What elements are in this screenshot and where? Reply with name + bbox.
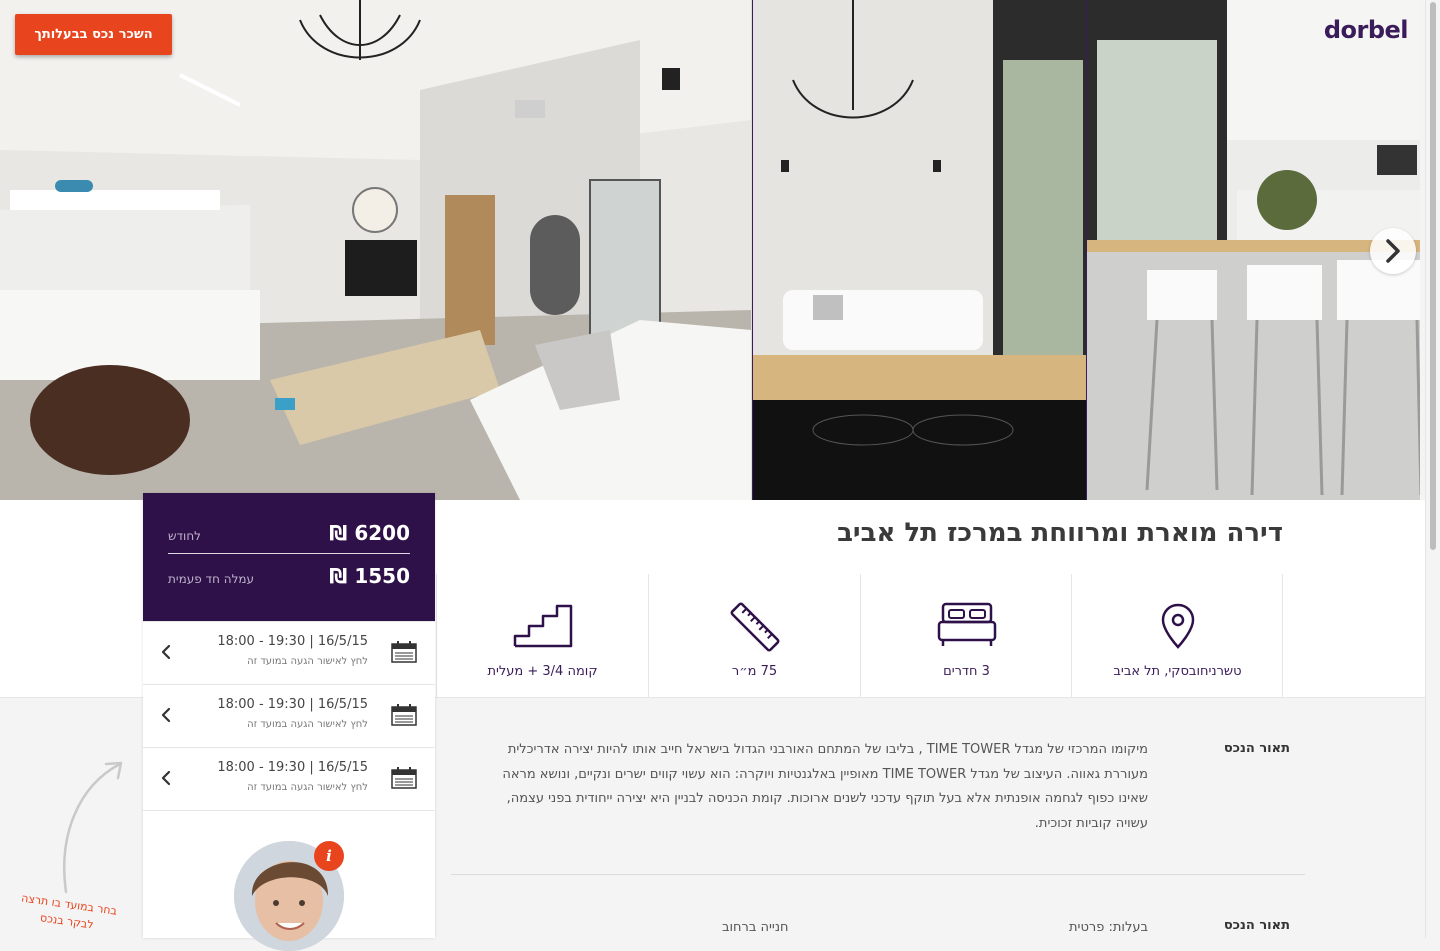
rent-property-button[interactable]: השכר נכס בבעלותך xyxy=(15,14,172,55)
chevron-right-icon xyxy=(1386,239,1400,263)
monthly-price: 6200 ₪ xyxy=(329,521,410,545)
hint-arrow-icon xyxy=(63,761,123,894)
feature-size-label: 75 מ״ר xyxy=(731,664,778,679)
agent-info-badge[interactable]: i xyxy=(314,841,344,871)
gallery-photo-lounge[interactable] xyxy=(752,0,1086,500)
page-scrollbar[interactable] xyxy=(1425,0,1440,938)
visit-slot[interactable]: 18:00 - 19:30 | 16/5/15 לחץ לאישור הגעה … xyxy=(143,621,435,684)
logo[interactable]: dorbel xyxy=(1324,16,1409,44)
visit-slot[interactable]: 18:00 - 19:30 | 16/5/15 לחץ לאישור הגעה … xyxy=(143,747,435,811)
location-pin-icon xyxy=(1161,603,1194,649)
feature-rooms-label: 3 חדרים xyxy=(943,664,990,679)
price-divider xyxy=(168,553,410,554)
photo-gallery[interactable] xyxy=(0,0,1420,500)
chevron-left-icon xyxy=(161,707,171,723)
monthly-price-label: לחודש xyxy=(168,529,201,543)
chevron-left-icon xyxy=(161,770,171,786)
feature-location: טשרניחובסקי, תל אביב xyxy=(1071,574,1283,697)
feature-size: 75 מ״ר xyxy=(648,574,860,697)
stairs-icon xyxy=(513,604,572,648)
description-text: מיקומו המרכזי של מגדל TIME TOWER , בליבו… xyxy=(502,742,1148,831)
ownership-text: בעלות: פרטית xyxy=(1069,920,1148,935)
monthly-price-row: 6200 ₪ לחודש xyxy=(168,521,410,545)
visit-slot-hint: לחץ לאישור הגעה במועד זה xyxy=(247,719,368,730)
visit-slot-hint: לחץ לאישור הגעה במועד זה xyxy=(247,782,368,793)
parking-text: חנייה ברחוב xyxy=(722,920,789,935)
visit-slot-time: 18:00 - 19:30 | 16/5/15 xyxy=(217,634,368,649)
bed-icon xyxy=(937,602,996,646)
description-heading: תאור הנכס xyxy=(1223,741,1290,756)
feature-floor-label: קומה 3/4 + מעלית xyxy=(487,664,598,679)
gallery-next-button[interactable] xyxy=(1370,228,1416,274)
fee-price-label: עמלה חד פעמית xyxy=(168,572,255,586)
calendar-icon xyxy=(391,704,417,726)
listing-title: דירה מוארת ומרווחת במרכז תל אביב xyxy=(837,518,1283,548)
calendar-icon xyxy=(391,641,417,663)
visit-slot[interactable]: 18:00 - 19:30 | 16/5/15 לחץ לאישור הגעה … xyxy=(143,684,435,747)
details-heading: תאור הנכס xyxy=(1223,918,1290,933)
fee-price: 1550 ₪ xyxy=(329,564,410,588)
calendar-icon xyxy=(391,767,417,789)
visit-slot-time: 18:00 - 19:30 | 16/5/15 xyxy=(217,697,368,712)
description-divider xyxy=(451,874,1305,875)
gallery-photo-living-room[interactable] xyxy=(0,0,751,500)
chevron-left-icon xyxy=(161,644,171,660)
price-box xyxy=(143,493,435,621)
visit-slot-hint: לחץ לאישור הגעה במועד זה xyxy=(247,656,368,667)
scrollbar-thumb[interactable] xyxy=(1430,2,1436,550)
feature-rooms: 3 חדרים xyxy=(860,574,1072,697)
visit-slot-time: 18:00 - 19:30 | 16/5/15 xyxy=(217,760,368,775)
fee-price-row: 1550 ₪ עמלה חד פעמית xyxy=(168,564,410,588)
feature-location-label: טשרניחובסקי, תל אביב xyxy=(1113,664,1242,679)
ruler-icon xyxy=(730,602,779,652)
feature-floor: קומה 3/4 + מעלית xyxy=(436,574,648,697)
